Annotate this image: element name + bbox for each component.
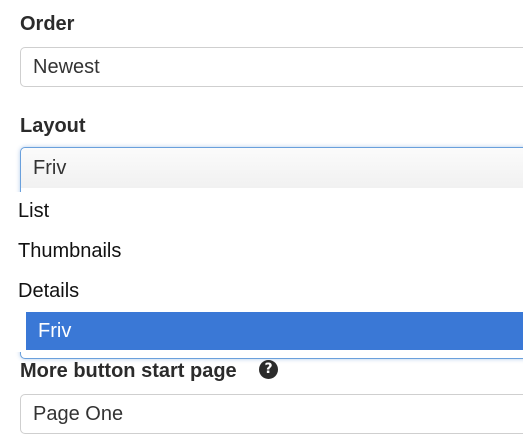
layout-select-header [21,148,523,188]
order-label: Order [20,13,75,35]
layout-option-thumbnails[interactable]: Thumbnails [6,232,523,270]
more-button-start-page-label: More button start page [20,360,237,382]
order-select[interactable]: Newest [20,47,523,87]
layout-dropdown-list: List Thumbnails Details Friv [6,192,523,352]
layout-option-friv[interactable]: Friv [26,312,523,350]
layout-option-list[interactable]: List [6,192,523,230]
settings-form: Order Newest Layout Friv List Thumbnails… [0,0,523,448]
layout-option-details[interactable]: Details [6,272,523,310]
more-button-start-page-select[interactable]: Page One [20,394,523,434]
layout-select-value: Friv [33,157,67,179]
question-circle-icon[interactable]: ? [259,360,278,379]
layout-label: Layout [20,115,86,137]
